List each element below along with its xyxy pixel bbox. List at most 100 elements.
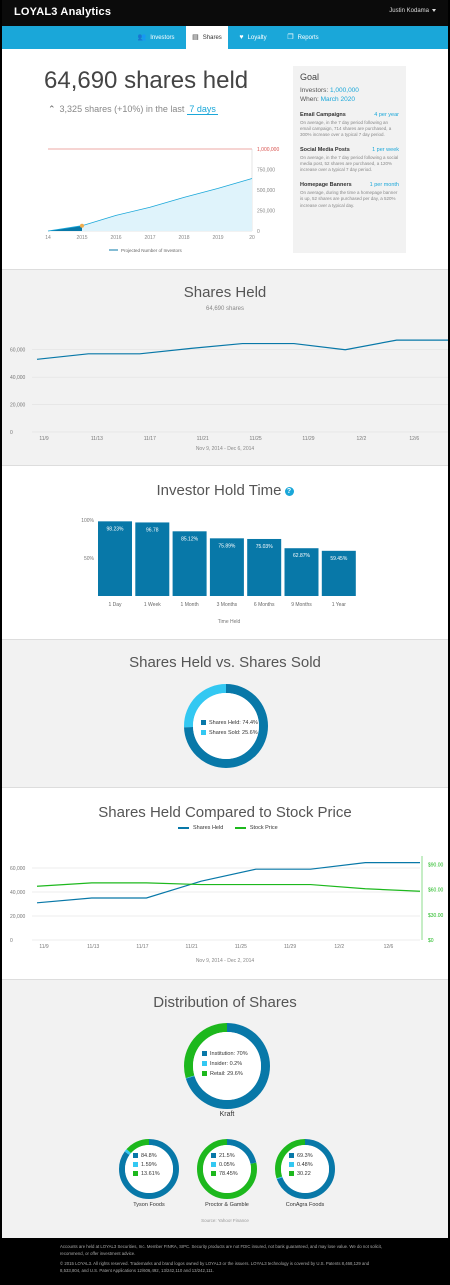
section-name: Email Campaigns bbox=[300, 112, 346, 118]
company-label: Proctor & Gamble bbox=[205, 1202, 249, 1208]
swatch bbox=[289, 1162, 294, 1168]
goal-investors-value[interactable]: 1,000,000 bbox=[330, 87, 359, 94]
pg-legend: 21.5% 0.05% 78.45% bbox=[211, 1153, 238, 1181]
legend-value: 13.61% bbox=[141, 1171, 160, 1177]
legend-c: 78.45% bbox=[211, 1171, 238, 1177]
company-label: ConAgra Foods bbox=[285, 1202, 325, 1208]
legend-insider: Insider: 0.2% bbox=[202, 1061, 248, 1067]
section-rate[interactable]: 4 per year bbox=[374, 112, 399, 118]
x-tick-label: 11/25 bbox=[235, 944, 247, 950]
footer-disclaimer: Accounts are held at LOYAL3 Securities, … bbox=[60, 1244, 383, 1256]
kraft-legend: Institution: 70% Insider: 0.2% Retail: 2… bbox=[202, 1051, 248, 1081]
goal-when-value[interactable]: March 2020 bbox=[321, 96, 355, 103]
conagra-legend: 69.3% 0.48% 30.22 bbox=[289, 1153, 313, 1181]
shares-held-chart: 0 20,000 40,000 60,000 11/9 11/13 11/17 11/21 11… bbox=[10, 339, 448, 442]
legend-value: 1.59% bbox=[141, 1162, 157, 1168]
tab-shares[interactable]: ▤ Shares bbox=[186, 26, 228, 49]
swatch bbox=[201, 730, 206, 736]
legend-label: Shares Held: bbox=[209, 720, 241, 726]
y-tick-label: 500,000 bbox=[257, 188, 275, 194]
legend-b: 0.48% bbox=[289, 1162, 313, 1168]
x-tick-label: 1 Year bbox=[332, 602, 347, 608]
hero-section: 64,690 shares held ⌃ 3,325 shares (+10%) … bbox=[2, 49, 448, 270]
section-rate[interactable]: 1 per month bbox=[370, 182, 399, 188]
section-title: Shares Held vs. Shares Sold bbox=[129, 654, 321, 671]
copy-icon: ❐ bbox=[287, 34, 294, 41]
x-tick-label: 12/6 bbox=[384, 944, 394, 950]
y-tick-label: 750,000 bbox=[257, 168, 275, 174]
x-tick-label: 11/13 bbox=[91, 436, 103, 442]
shares-held-total: 64,690 shares held bbox=[44, 67, 249, 94]
x-tick-label: 14 bbox=[45, 235, 51, 241]
goal-investors-label: Investors: bbox=[300, 87, 329, 94]
section-subtitle: 64,690 shares bbox=[205, 306, 245, 312]
user-menu[interactable]: Justin Kodama bbox=[389, 8, 436, 14]
section-rate[interactable]: 1 per week bbox=[372, 147, 399, 153]
x-tick-label: 12/2 bbox=[357, 436, 367, 442]
bar-value-label: 59.45% bbox=[330, 556, 348, 562]
legend-c: 30.22 bbox=[289, 1171, 313, 1177]
section-title: Distribution of Shares bbox=[153, 994, 297, 1011]
help-icon[interactable]: ? bbox=[284, 486, 294, 496]
tab-label: Loyalty bbox=[247, 35, 267, 41]
x-tick-label: 1 Week bbox=[144, 602, 161, 608]
legend-value: 25.6% bbox=[242, 730, 258, 736]
tyson-legend: 84.8% 1.59% 13.61% bbox=[133, 1153, 160, 1181]
arrow-up-icon: ⌃ bbox=[48, 104, 56, 114]
y-right-tick-label: $30.00 bbox=[428, 913, 444, 919]
kraft-label: Kraft bbox=[219, 1111, 235, 1118]
held-vs-sold-section: Shares Held vs. Shares Sold Shares Held:… bbox=[2, 640, 448, 788]
document-icon: ▤ bbox=[192, 34, 199, 41]
swatch bbox=[133, 1153, 138, 1159]
projection-area bbox=[48, 178, 252, 231]
x-tick-label: 2019 bbox=[212, 235, 223, 241]
bar-value-label: 75.89% bbox=[218, 543, 236, 549]
hold-time-chart: 100% 50% 98.23% 1 Day 96.78 1 Week 85.12% 1 Mon… bbox=[81, 518, 356, 625]
y-tick-label: 20,000 bbox=[10, 403, 26, 409]
x-tick-label: 12/6 bbox=[409, 436, 419, 442]
legend-institution: Institution: 70% bbox=[202, 1051, 248, 1057]
swatch bbox=[202, 1071, 207, 1077]
legend-b: 1.59% bbox=[133, 1162, 160, 1168]
swatch bbox=[201, 720, 206, 726]
bar-value-label: 75.03% bbox=[256, 544, 274, 550]
section-title: Investor Hold Time? bbox=[2, 482, 448, 499]
swatch bbox=[289, 1153, 294, 1159]
date-range[interactable]: Nov 9, 2014 - Dec 2, 2014 bbox=[2, 958, 448, 964]
tab-reports[interactable]: ❐ Reports bbox=[278, 26, 328, 49]
bar bbox=[98, 521, 132, 596]
main-nav: 👥 Investors ▤ Shares ♥ Loyalty ❐ Reports bbox=[2, 26, 448, 49]
line-swatch-held bbox=[178, 826, 189, 829]
legend-label: Institution: bbox=[210, 1051, 236, 1057]
tab-loyalty[interactable]: ♥ Loyalty bbox=[230, 26, 276, 49]
swatch bbox=[211, 1162, 216, 1168]
swatch bbox=[211, 1153, 216, 1159]
y-tick-label: 1,000,000 bbox=[257, 147, 279, 153]
goal-section-email: Email Campaigns 4 per year On average, in… bbox=[300, 112, 399, 138]
legend-label: Shares Held bbox=[193, 825, 224, 831]
source-note: Source: Yahoo! Finance bbox=[201, 1218, 249, 1223]
company-label: Tyson Foods bbox=[133, 1202, 165, 1208]
footer-copyright: © 2015 LOYAL3. All rights reserved. Trad… bbox=[60, 1261, 370, 1273]
x-tick-label: 11/29 bbox=[302, 436, 314, 442]
x-tick-label: 11/25 bbox=[250, 436, 262, 442]
legend-sold: Shares Sold: 25.6% bbox=[201, 730, 258, 736]
x-tick-label: 11/29 bbox=[284, 944, 296, 950]
days-dropdown[interactable]: 7 days bbox=[187, 104, 218, 115]
x-tick-label: 2016 bbox=[110, 235, 121, 241]
section-name: Social Media Posts bbox=[300, 147, 350, 154]
legend-label: Shares Sold: bbox=[209, 730, 241, 736]
x-tick-label: 2018 bbox=[178, 235, 189, 241]
y-tick-label: 50% bbox=[84, 556, 95, 562]
delta-text: 3,325 shares (+10%) in the last bbox=[59, 104, 185, 114]
legend-label: Insider: bbox=[210, 1061, 229, 1067]
section-name: Homepage Banners bbox=[300, 182, 352, 189]
stock-price-line bbox=[36, 882, 421, 892]
date-range[interactable]: Nov 9, 2014 - Dec 6, 2014 bbox=[2, 446, 448, 452]
bar-value-label: 98.23% bbox=[107, 526, 125, 532]
line-swatch-price bbox=[234, 826, 246, 829]
tab-investors[interactable]: 👥 Investors bbox=[126, 26, 186, 49]
app-logo[interactable]: LOYAL3 Analytics bbox=[14, 6, 111, 18]
legend-value: 0.48% bbox=[297, 1162, 313, 1168]
heart-icon: ♥ bbox=[239, 34, 244, 41]
